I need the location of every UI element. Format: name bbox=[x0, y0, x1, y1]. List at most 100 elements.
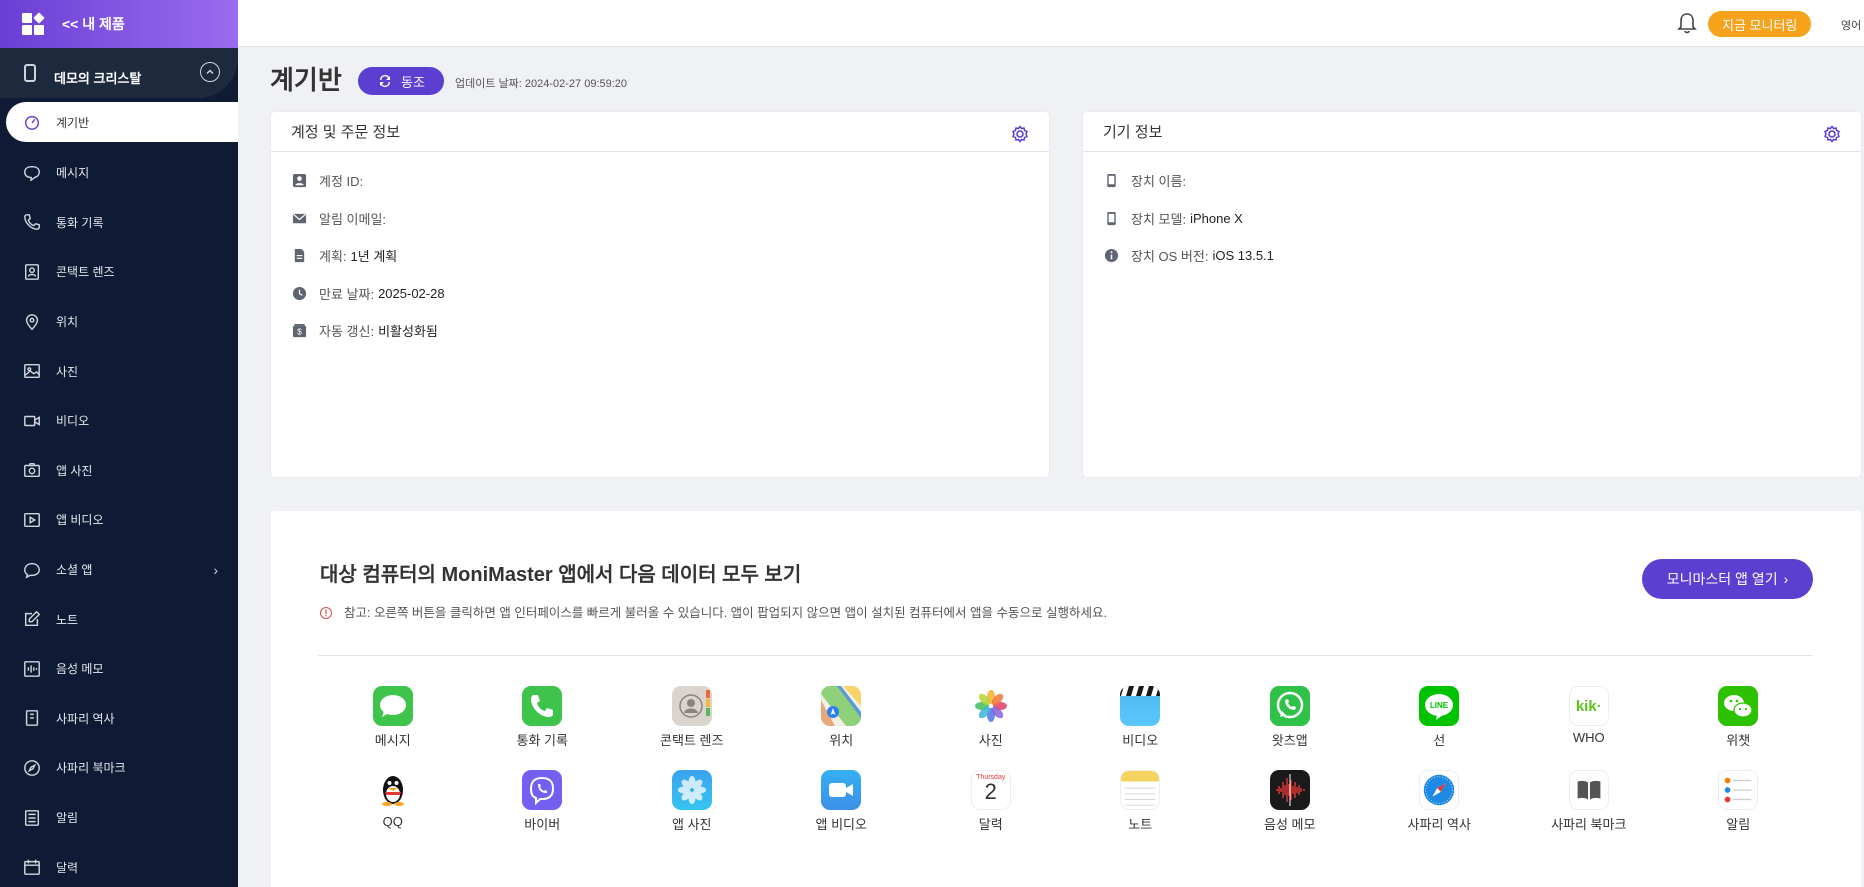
app-tile-kik[interactable]: kik· WHO bbox=[1514, 686, 1664, 748]
card-header: 기기 정보 bbox=[1083, 112, 1861, 152]
sidebar-item-video[interactable]: 비디오 bbox=[0, 396, 238, 446]
messages-app-icon bbox=[372, 686, 413, 726]
row-label: 계획: bbox=[319, 249, 347, 265]
sync-label: 동조 bbox=[401, 74, 425, 90]
app-tile-safari-history[interactable]: 사파리 역사 bbox=[1365, 770, 1515, 832]
account-id-row: 계정 ID: bbox=[271, 162, 1049, 200]
device-selector[interactable]: 데모의 크리스탈 bbox=[0, 48, 238, 98]
sidebar-item-dashboard[interactable]: 계기반 bbox=[6, 102, 238, 142]
row-value: iOS 13.5.1 bbox=[1212, 248, 1274, 264]
sidebar-item-safari-bookmarks[interactable]: 사파리 북마크 bbox=[0, 743, 238, 793]
dashboard-icon bbox=[22, 112, 42, 132]
app-tile-line[interactable]: LINE 선 bbox=[1365, 686, 1515, 748]
app-label: 앱 비디오 bbox=[815, 817, 867, 832]
sidebar-item-photos[interactable]: 사진 bbox=[0, 346, 238, 396]
settings-gear-icon[interactable] bbox=[1011, 125, 1029, 143]
kik-logo-text: kik· bbox=[1575, 697, 1602, 715]
card-header: 계정 및 주문 정보 bbox=[271, 112, 1049, 152]
line-app-icon: LINE bbox=[1419, 686, 1460, 726]
row-value: 1년 계획 bbox=[350, 249, 398, 265]
app-tile-contacts[interactable]: 콘택트 렌즈 bbox=[617, 686, 767, 748]
app-label: 메시지 bbox=[374, 733, 411, 748]
app-tile-whatsapp[interactable]: 왓츠앱 bbox=[1215, 686, 1365, 748]
apps-grid-icon bbox=[22, 12, 45, 35]
app-grid: 메시지 통화 기록 콘택트 렌즈 위치 사진 비디오 왓츠앱 LINE 선 ki… bbox=[318, 686, 1813, 832]
sidebar-item-safari-history[interactable]: 사파리 역사 bbox=[0, 694, 238, 744]
sidebar-item-call-history[interactable]: 통화 기록 bbox=[0, 198, 238, 248]
sidebar-item-contacts[interactable]: 콘택트 렌즈 bbox=[0, 247, 238, 297]
app-tile-qq[interactable]: QQ bbox=[318, 770, 468, 832]
app-tile-app-videos[interactable]: 앱 비디오 bbox=[767, 770, 917, 832]
sidebar-item-notes[interactable]: 노트 bbox=[0, 594, 238, 644]
app-tile-viber[interactable]: 바이버 bbox=[468, 770, 618, 832]
device-info-card: 기기 정보 장치 이름: 장치 모델: iPhone X 장치 OS 버전: i… bbox=[1083, 112, 1861, 477]
facetime-app-icon bbox=[821, 770, 862, 810]
sidebar: << 내 제품 데모의 크리스탈 계기반 메시지 통화 기록 콘택트 렌즈 위치 bbox=[0, 0, 238, 887]
app-tile-maps[interactable]: 위치 bbox=[767, 686, 917, 748]
sidebar-item-social-apps[interactable]: 소셜 앱 › bbox=[0, 545, 238, 595]
social-icon bbox=[22, 560, 42, 580]
app-tile-reminders[interactable]: 알림 bbox=[1664, 770, 1814, 832]
sidebar-item-label: 음성 메모 bbox=[56, 662, 104, 677]
app-label: 사진 bbox=[978, 733, 1003, 748]
device-os-row: 장치 OS 버전: iOS 13.5.1 bbox=[1083, 237, 1861, 275]
open-monimaster-app-button[interactable]: 모니마스터 앱 열기 › bbox=[1642, 559, 1813, 599]
app-tile-safari-bookmarks[interactable]: 사파리 북마크 bbox=[1514, 770, 1664, 832]
photo-icon bbox=[22, 361, 42, 381]
row-value: iPhone X bbox=[1190, 210, 1243, 226]
app-tile-calendar[interactable]: Thursday 2 달력 bbox=[916, 770, 1066, 832]
sidebar-item-voice-memos[interactable]: 음성 메모 bbox=[0, 644, 238, 694]
note-text-block: ! 참고: 오른쪽 버튼을 클릭하면 앱 인터페이스를 빠르게 불러올 수 있습… bbox=[320, 605, 1140, 621]
device-phone-icon bbox=[24, 64, 36, 82]
app-tile-notes[interactable]: 노트 bbox=[1066, 770, 1216, 832]
bell-icon[interactable] bbox=[1676, 11, 1698, 35]
sidebar-item-label: 사파리 북마크 bbox=[56, 761, 126, 776]
app-tile-wechat[interactable]: 위챗 bbox=[1664, 686, 1814, 748]
clock-icon bbox=[291, 285, 307, 301]
language-selector[interactable]: 영어 bbox=[1841, 17, 1861, 33]
camera-icon bbox=[22, 460, 42, 480]
user-icon bbox=[291, 173, 307, 189]
monitor-now-button[interactable]: 지금 모니터링 bbox=[1708, 11, 1812, 37]
app-tile-phone[interactable]: 통화 기록 bbox=[468, 686, 618, 748]
settings-gear-icon[interactable] bbox=[1823, 125, 1841, 143]
app-label: 왓츠앱 bbox=[1271, 733, 1308, 748]
app-label: 사파리 북마크 bbox=[1551, 817, 1627, 832]
sidebar-item-label: 사파리 역사 bbox=[56, 711, 115, 726]
sidebar-item-label: 알림 bbox=[56, 811, 79, 826]
card-title: 계정 및 주문 정보 bbox=[291, 124, 401, 141]
app-tile-photos[interactable]: 사진 bbox=[916, 686, 1066, 748]
mail-icon bbox=[291, 210, 307, 226]
device-name: 데모의 크리스탈 bbox=[54, 70, 142, 86]
sidebar-item-messages[interactable]: 메시지 bbox=[0, 148, 238, 198]
wechat-app-icon bbox=[1718, 686, 1759, 726]
app-tile-messages[interactable]: 메시지 bbox=[318, 686, 468, 748]
sidebar-item-label: 사진 bbox=[56, 364, 79, 379]
app-tile-voice-memos[interactable]: 음성 메모 bbox=[1215, 770, 1365, 832]
app-tile-app-photos[interactable]: 앱 사진 bbox=[617, 770, 767, 832]
divider bbox=[318, 655, 1813, 656]
row-label: 계정 ID: bbox=[319, 174, 364, 190]
app-label: 알림 bbox=[1726, 817, 1751, 832]
sidebar-item-label: 앱 비디오 bbox=[56, 513, 104, 528]
row-label: 알림 이메일: bbox=[319, 211, 387, 227]
compass-icon bbox=[22, 758, 42, 778]
monimaster-app-panel: 대상 컴퓨터의 MoniMaster 앱에서 다음 데이터 모두 보기 모니마스… bbox=[271, 511, 1861, 887]
sidebar-item-label: 소셜 앱 bbox=[56, 563, 93, 578]
voice-icon bbox=[22, 659, 42, 679]
sync-button[interactable]: 동조 bbox=[358, 67, 444, 95]
alert-email-row: 알림 이메일: bbox=[271, 200, 1049, 238]
chevron-up-icon[interactable] bbox=[200, 62, 220, 82]
viber-app-icon bbox=[522, 770, 563, 810]
plan-row: 계획: 1년 계획 bbox=[271, 237, 1049, 275]
whatsapp-app-icon bbox=[1269, 686, 1310, 726]
sidebar-item-calendar[interactable]: 달력 bbox=[0, 842, 238, 887]
sidebar-item-app-videos[interactable]: 앱 비디오 bbox=[0, 495, 238, 545]
sidebar-item-location[interactable]: 위치 bbox=[0, 297, 238, 347]
sidebar-item-notifications[interactable]: 알림 bbox=[0, 793, 238, 843]
back-to-products[interactable]: << 내 제품 bbox=[0, 0, 238, 48]
app-tile-video[interactable]: 비디오 bbox=[1066, 686, 1216, 748]
sidebar-item-app-photos[interactable]: 앱 사진 bbox=[0, 446, 238, 496]
phone-icon bbox=[22, 212, 42, 232]
phone-device-icon bbox=[1103, 173, 1119, 189]
